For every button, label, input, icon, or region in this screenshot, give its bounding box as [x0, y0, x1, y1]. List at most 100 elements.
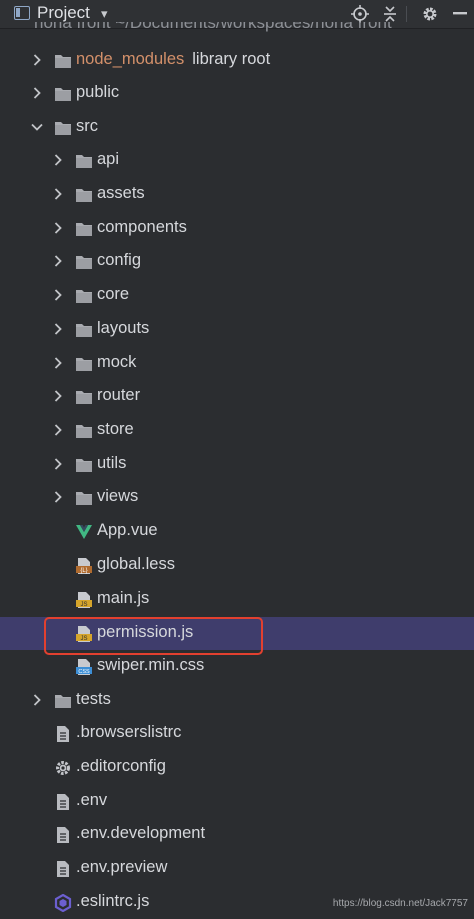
tree-item-label: App.vue — [97, 521, 158, 539]
chevron-right-icon[interactable] — [51, 221, 65, 235]
chevron-right-icon[interactable] — [30, 693, 44, 707]
tree-item-label: core — [97, 285, 130, 303]
folder-row[interactable]: assets — [0, 178, 474, 211]
chevron-right-icon[interactable] — [51, 187, 65, 201]
tree-item-label: store — [97, 420, 134, 438]
folder-row[interactable]: src — [0, 111, 474, 144]
tree-item-label: router — [97, 386, 141, 404]
chevron-right-icon[interactable] — [51, 457, 65, 471]
tree-item-label: main.js — [97, 589, 150, 607]
text-file-icon — [54, 860, 72, 878]
svg-text:{L}: {L} — [80, 568, 87, 574]
tree-item-label: .eslintrc.js — [76, 892, 150, 910]
chevron-right-icon[interactable] — [51, 423, 65, 437]
project-panel-icon — [14, 6, 30, 20]
chevron-right-icon[interactable] — [51, 153, 65, 167]
folder-row[interactable]: tests — [0, 684, 474, 717]
chevron-down-icon[interactable] — [30, 120, 44, 134]
project-root-row[interactable]: nona front ~/Documents/workspaces/nona f… — [0, 22, 474, 36]
tree-item-label: .editorconfig — [76, 757, 166, 775]
folder-row[interactable]: layouts — [0, 313, 474, 346]
library-root-hint: library root — [192, 50, 271, 68]
chevron-right-icon[interactable] — [51, 389, 65, 403]
folder-row[interactable]: mock — [0, 347, 474, 380]
file-row[interactable]: .browserslistrc — [0, 717, 474, 750]
tree-item-label: src — [76, 117, 98, 135]
chevron-right-icon[interactable] — [30, 53, 44, 67]
svg-text:CSS: CSS — [78, 669, 90, 675]
chevron-right-icon[interactable] — [30, 86, 44, 100]
file-row[interactable]: .env.development — [0, 818, 474, 851]
folder-row[interactable]: public — [0, 77, 474, 110]
folder-icon — [54, 85, 72, 103]
tree-item-label: components — [97, 218, 187, 236]
file-row[interactable]: {L} global.less — [0, 549, 474, 582]
tree-item-label: .env.preview — [76, 858, 168, 876]
panel-title[interactable]: Project — [37, 3, 90, 23]
tree-item-label: .env.development — [76, 824, 206, 842]
js-file-icon: JS — [75, 591, 93, 609]
folder-row[interactable]: api — [0, 144, 474, 177]
eslint-icon — [54, 893, 72, 913]
gear-icon — [54, 759, 72, 777]
folder-row[interactable]: views — [0, 481, 474, 514]
file-row[interactable]: .editorconfig — [0, 751, 474, 784]
text-file-icon — [54, 826, 72, 844]
tree-item-label: utils — [97, 454, 127, 472]
file-row[interactable]: App.vue — [0, 515, 474, 548]
folder-row[interactable]: core — [0, 279, 474, 312]
folder-row[interactable]: node_modules library root — [0, 44, 474, 77]
folder-row[interactable]: components — [0, 212, 474, 245]
css-file-icon: CSS — [75, 658, 93, 676]
tree-item-label: api — [97, 150, 120, 168]
watermark: https://blog.csdn.net/Jack7757 — [332, 898, 468, 909]
tree-item-label: layouts — [97, 319, 150, 337]
tree-item-label: tests — [76, 690, 111, 708]
text-file-icon — [54, 725, 72, 743]
folder-icon — [75, 152, 93, 170]
chevron-right-icon[interactable] — [51, 322, 65, 336]
tree-item-label: assets — [97, 184, 145, 202]
less-file-icon: {L} — [75, 557, 93, 575]
tree-item-label: views — [97, 487, 139, 505]
tree-item-label: global.less — [97, 555, 175, 573]
folder-row[interactable]: router — [0, 380, 474, 413]
chevron-down-icon[interactable]: ▾ — [101, 6, 108, 22]
folder-icon — [54, 52, 72, 70]
folder-row[interactable]: utils — [0, 448, 474, 481]
tree-item-label: node_modules library root — [76, 50, 271, 68]
folder-row[interactable]: config — [0, 245, 474, 278]
tree-item-label: swiper.min.css — [97, 656, 205, 674]
tree-item-label: .env — [76, 791, 108, 809]
folder-icon — [75, 287, 93, 305]
toolbar-divider — [406, 6, 407, 22]
folder-icon — [54, 692, 72, 710]
folder-icon — [54, 119, 72, 137]
folder-icon — [75, 489, 93, 507]
tree-item-label: mock — [97, 353, 137, 371]
text-file-icon — [54, 793, 72, 811]
tree-item-label: config — [97, 251, 142, 269]
folder-icon — [75, 355, 93, 373]
tree-item-label: .browserslistrc — [76, 723, 182, 741]
chevron-right-icon[interactable] — [51, 356, 65, 370]
svg-text:JS: JS — [80, 602, 87, 608]
file-row[interactable]: .env — [0, 785, 474, 818]
chevron-right-icon[interactable] — [51, 288, 65, 302]
folder-icon — [75, 388, 93, 406]
tree-item-label: public — [76, 83, 120, 101]
folder-icon — [75, 456, 93, 474]
chevron-right-icon[interactable] — [51, 254, 65, 268]
folder-row[interactable]: store — [0, 414, 474, 447]
folder-icon — [75, 253, 93, 271]
folder-icon — [75, 220, 93, 238]
file-row[interactable]: .env.preview — [0, 852, 474, 885]
highlight-annotation — [44, 617, 263, 655]
folder-icon — [75, 422, 93, 440]
chevron-right-icon[interactable] — [51, 490, 65, 504]
file-row[interactable]: JS main.js — [0, 583, 474, 616]
vue-file-icon — [75, 523, 93, 541]
project-root-label: nona front ~/Documents/workspaces/nona f… — [34, 22, 392, 32]
folder-icon — [75, 186, 93, 204]
folder-icon — [75, 321, 93, 339]
